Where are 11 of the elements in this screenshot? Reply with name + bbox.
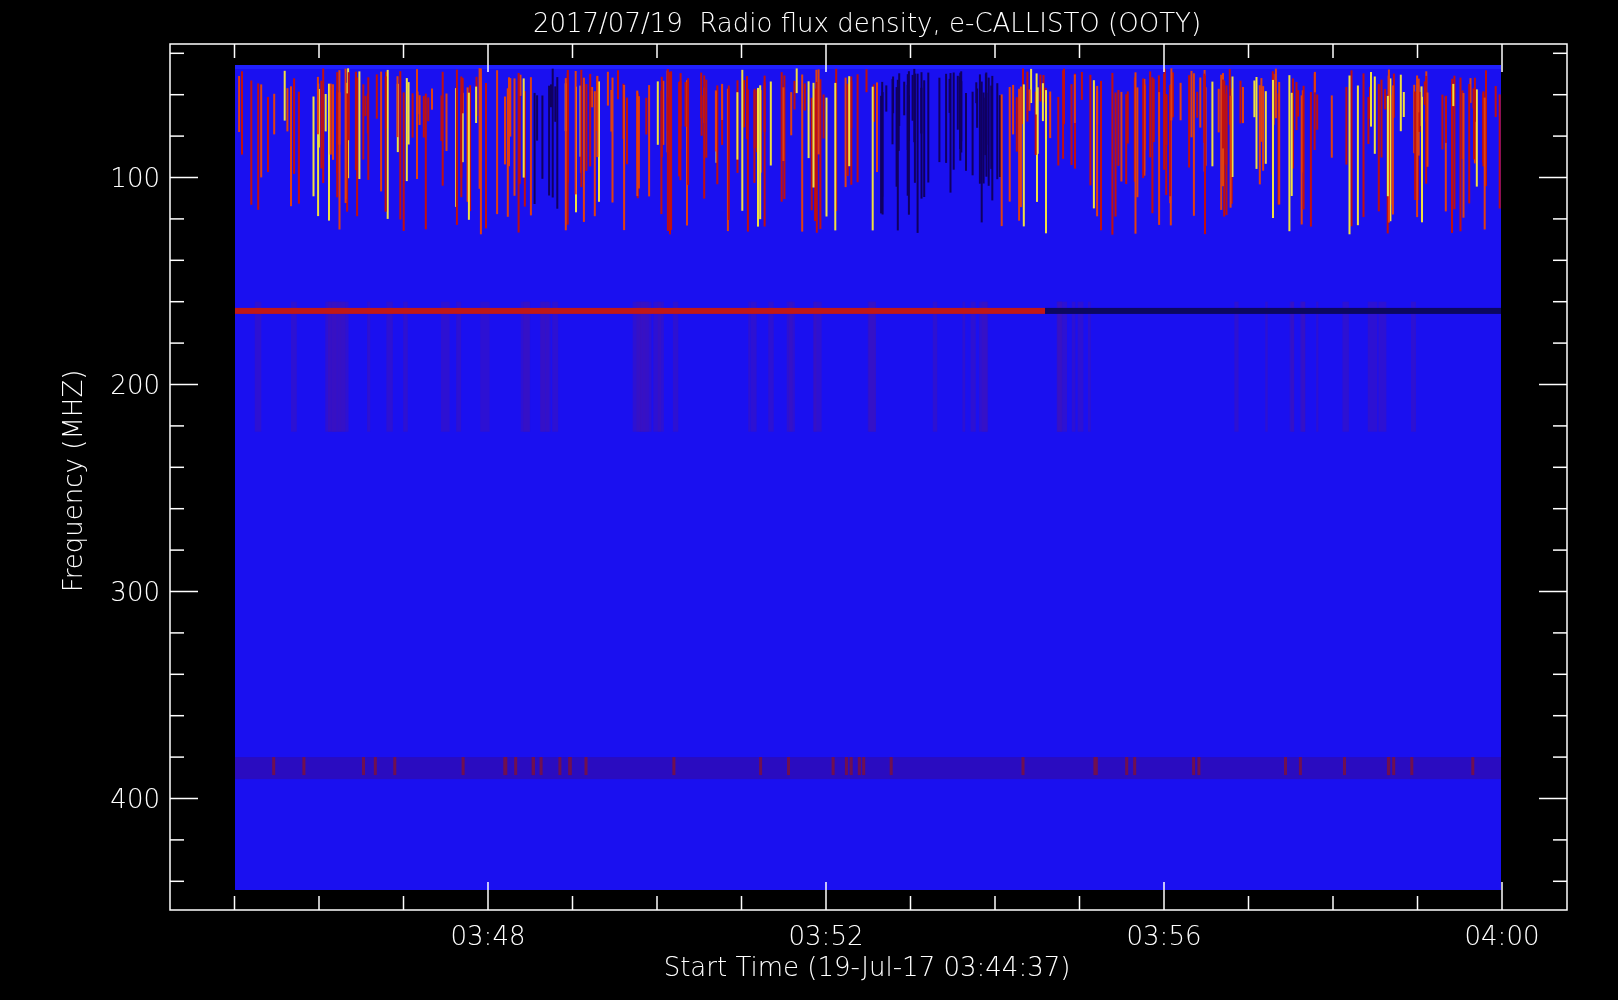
y-tick-label: 400 xyxy=(110,783,160,814)
y-tick-label: 300 xyxy=(110,576,160,607)
x-tick-label: 04:00 xyxy=(1464,921,1540,951)
y-tick-label: 100 xyxy=(110,162,160,193)
y-axis-title: Frequency (MHZ) xyxy=(58,369,88,593)
y-tick-label: 200 xyxy=(110,369,160,400)
chart-title: 2017/07/19 Radio flux density, e-CALLISTO (OOTY) xyxy=(532,8,1202,38)
x-tick-label: 03:52 xyxy=(788,921,864,951)
x-tick-label: 03:48 xyxy=(450,921,526,951)
x-axis-title: Start Time (19-Jul-17 03:44:37) xyxy=(663,952,1071,982)
x-tick-label: 03:56 xyxy=(1126,921,1202,951)
